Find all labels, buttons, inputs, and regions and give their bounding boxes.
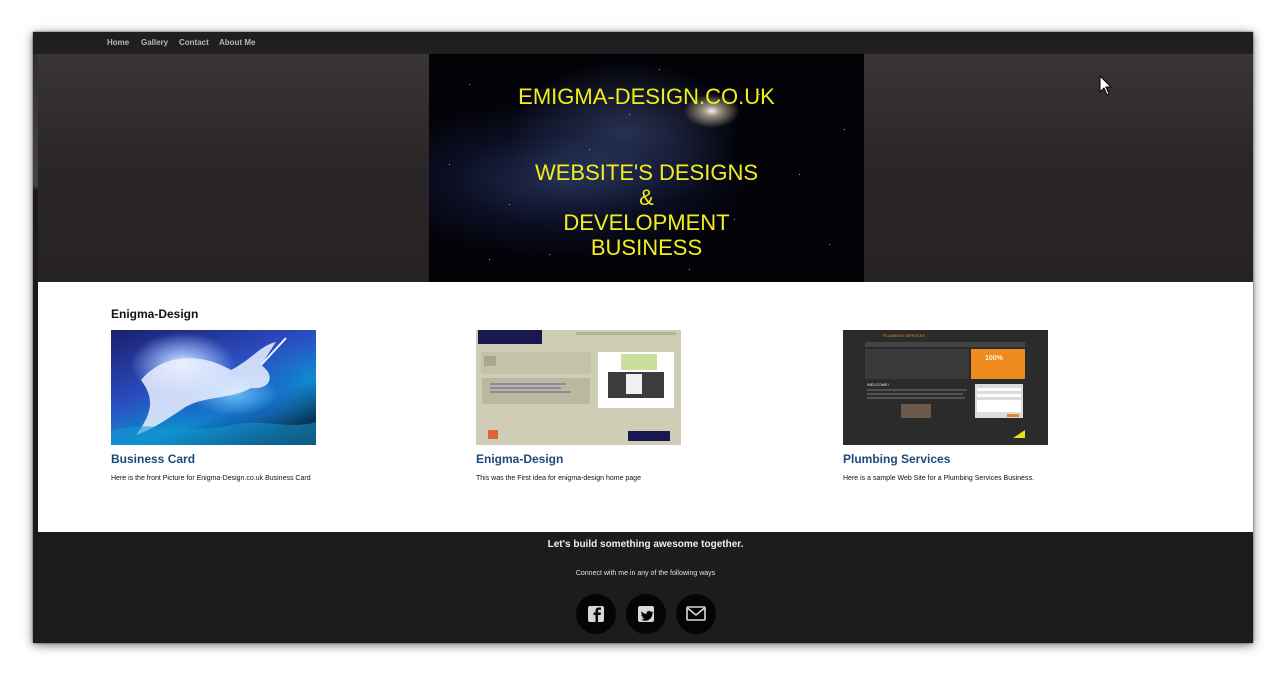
browser-page: Home Gallery Contact About Me EMIGMA-DES…: [33, 32, 1253, 643]
card-description: Here is a sample Web Site for a Plumbing…: [843, 475, 1034, 482]
enigma-design-thumbnail[interactable]: [476, 330, 681, 445]
banner-subtitle: WEBSITE'S DESIGNS & DEVELOPMENT BUSINESS: [429, 160, 864, 260]
card-enigma-design: Enigma-Design This was the First idea fo…: [476, 330, 776, 482]
banner-subtitle-line: &: [639, 185, 654, 210]
banner-title: EMIGMA-DESIGN.CO.UK: [518, 84, 775, 109]
plumbing-header: PLUMBING SERVICES: [883, 333, 925, 338]
footer: Let's build something awesome together. …: [38, 532, 1253, 643]
nav-home[interactable]: Home: [107, 38, 129, 47]
nav-contact[interactable]: Contact: [179, 38, 209, 47]
card-title[interactable]: Business Card: [111, 452, 411, 466]
banner-subtitle-line: DEVELOPMENT: [563, 210, 730, 235]
mouse-cursor-icon: [1099, 75, 1113, 96]
card-description: Here is the front Picture for Enigma-Des…: [111, 475, 311, 482]
mail-icon: [686, 606, 706, 621]
top-navbar: Home Gallery Contact About Me: [33, 32, 1253, 54]
gallery-section: Enigma-Design Business Card Here is the …: [38, 282, 1253, 532]
plumbing-welcome: WELCOME!: [867, 382, 889, 387]
plumbing-badge: 100%: [985, 355, 1004, 362]
card-plumbing-services: PLUMBING SERVICES 100% WELCOME! Plumbing…: [843, 330, 1143, 482]
footer-subtext: Connect with me in any of the following …: [575, 570, 716, 577]
nav-gallery[interactable]: Gallery: [141, 38, 168, 47]
twitter-link[interactable]: [626, 594, 666, 634]
email-link[interactable]: [676, 594, 716, 634]
unicorn-illustration: [111, 337, 316, 445]
twitter-icon: [638, 606, 654, 622]
card-business-card: Business Card Here is the front Picture …: [111, 330, 411, 482]
plumbing-services-thumbnail[interactable]: PLUMBING SERVICES 100% WELCOME!: [843, 330, 1048, 445]
hero-section: EMIGMA-DESIGN.CO.UK WEBSITE'S DESIGNS & …: [38, 54, 1253, 282]
card-description: This was the First idea for enigma-desig…: [476, 475, 641, 482]
banner-image: EMIGMA-DESIGN.CO.UK WEBSITE'S DESIGNS & …: [429, 54, 864, 282]
footer-heading: Let's build something awesome together.: [547, 539, 744, 550]
banner-subtitle-line: WEBSITE'S DESIGNS: [534, 160, 759, 185]
enigma-homepage-preview: [478, 330, 676, 441]
nav-about-me[interactable]: About Me: [219, 38, 255, 47]
facebook-icon: [588, 606, 604, 622]
section-title: Enigma-Design: [111, 307, 199, 321]
facebook-link[interactable]: [576, 594, 616, 634]
business-card-thumbnail[interactable]: [111, 330, 316, 445]
card-title[interactable]: Plumbing Services: [843, 452, 1143, 466]
banner-subtitle-line: BUSINESS: [590, 235, 703, 260]
plumbing-site-preview: PLUMBING SERVICES 100% WELCOME!: [843, 330, 1048, 445]
card-title[interactable]: Enigma-Design: [476, 452, 776, 466]
